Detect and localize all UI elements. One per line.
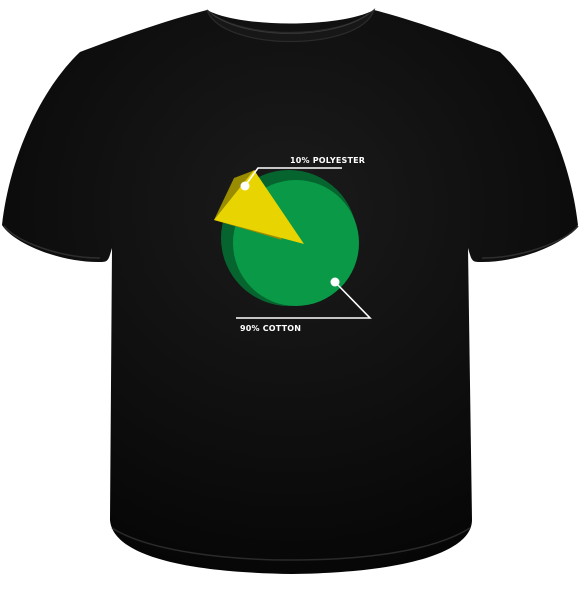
cotton-label: 90% COTTON — [240, 324, 301, 333]
polyester-label: 10% POLYESTER — [290, 156, 365, 165]
tshirt-mockup: 10% POLYESTER 90% COTTON — [2, 8, 579, 574]
